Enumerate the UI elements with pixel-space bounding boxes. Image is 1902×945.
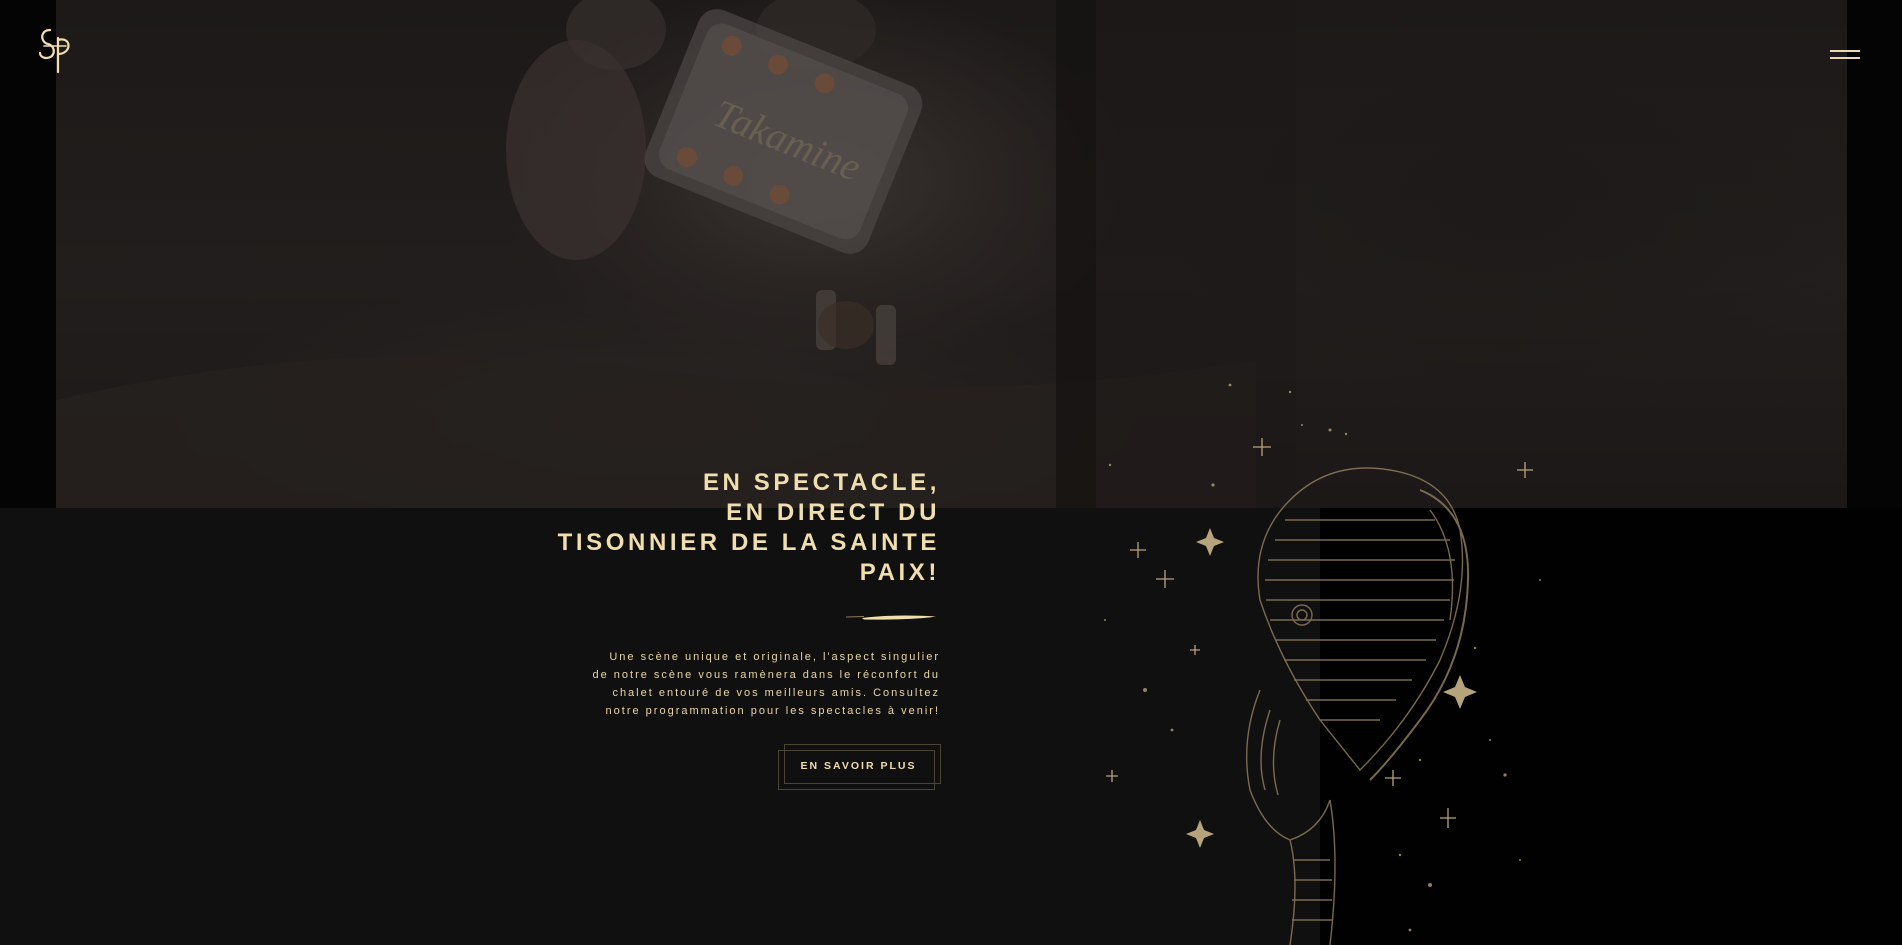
headline-line-4: PAIX! <box>859 559 940 586</box>
menu-line-top <box>1830 50 1860 52</box>
sp-logo-icon <box>38 28 70 74</box>
description-line-2: de notre scène vous ramènera dans le réc… <box>592 669 940 681</box>
cta-frame: EN SAVOIR PLUS <box>778 744 941 794</box>
headline-line-1: EN SPECTACLE, <box>702 469 940 496</box>
hero-content: EN SPECTACLE, EN DIRECT DU TISONNIER DE … <box>540 468 941 794</box>
guitar-headstock-photo: Takamine <box>56 0 1296 508</box>
headline-line-3: TISONNIER DE LA SAINTE <box>557 529 940 556</box>
menu-line-bottom <box>1830 57 1860 59</box>
description-line-4: notre programmation pour les spectacles … <box>605 705 940 717</box>
description-line-1: Une scène unique et originale, l'aspect … <box>609 651 940 663</box>
description-line-3: chalet entouré de vos meilleurs amis. Co… <box>612 687 940 699</box>
page: Takamine EN SPECTACLE, EN DIRECT DU TISO… <box>0 0 1902 945</box>
headline-line-2: EN DIRECT DU <box>726 499 940 526</box>
hero-photo: Takamine <box>56 0 1847 508</box>
hero-headline: EN SPECTACLE, EN DIRECT DU TISONNIER DE … <box>540 468 940 588</box>
brush-stroke-divider <box>845 615 936 620</box>
right-dark-strip <box>1847 0 1902 508</box>
left-dark-strip <box>0 0 56 508</box>
site-logo[interactable] <box>36 24 76 76</box>
learn-more-button[interactable]: EN SAVOIR PLUS <box>784 750 933 782</box>
hamburger-menu-icon[interactable] <box>1830 46 1860 64</box>
hero-description: Une scène unique et originale, l'aspect … <box>540 648 940 720</box>
vintage-microphone-illustration <box>1104 383 1541 945</box>
